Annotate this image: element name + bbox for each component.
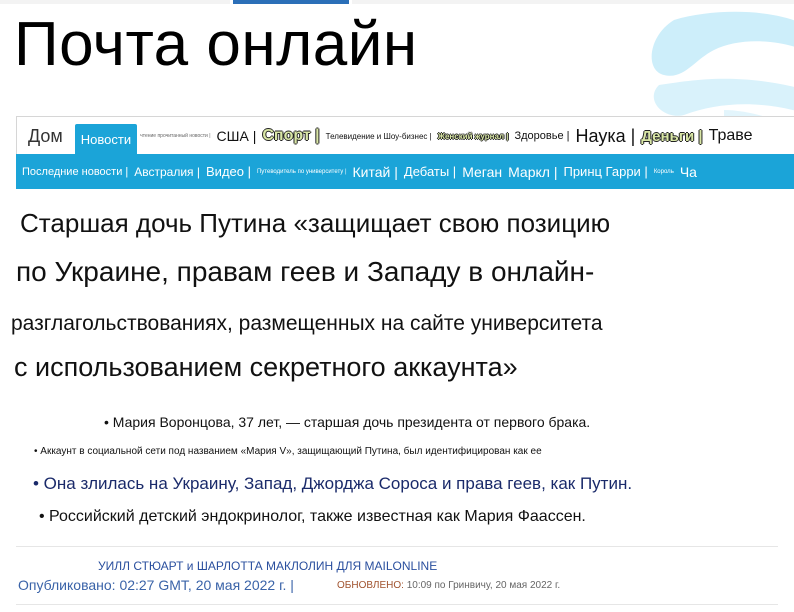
subnav-item-meghan[interactable]: Меган bbox=[459, 164, 505, 180]
divider bbox=[16, 546, 778, 547]
primary-nav: Дом Новости чтение прочитанный новости |… bbox=[16, 116, 794, 155]
byline-authors[interactable]: УИЛЛ СТЮАРТ и ШАРЛОТТА МАКЛОЛИН ДЛЯ MAIL… bbox=[98, 559, 437, 573]
nav-item-money[interactable]: Деньги | bbox=[638, 128, 705, 145]
subnav-item-debates[interactable]: Дебаты | bbox=[401, 164, 459, 179]
top-strip-segment bbox=[0, 0, 230, 4]
updated-timestamp: ОБНОВЛЕНО: 10:09 по Гринвичу, 20 мая 202… bbox=[337, 580, 560, 591]
site-title[interactable]: Почта онлайн bbox=[14, 10, 418, 80]
updated-label: ОБНОВЛЕНО: bbox=[337, 580, 404, 591]
nav-item-womens[interactable]: Женский журнал | bbox=[435, 132, 512, 141]
headline-line: с использованием секретного аккаунта» bbox=[14, 352, 518, 382]
bullet-item: • Российский детский эндокринолог, также… bbox=[39, 508, 586, 525]
published-timestamp: Опубликовано: 02:27 GMT, 20 мая 2022 г. … bbox=[18, 577, 294, 593]
divider bbox=[16, 604, 778, 605]
subnav-item-university-guide[interactable]: Путеводитель по университету | bbox=[254, 169, 350, 175]
bullet-item: • Аккаунт в социальной сети под название… bbox=[34, 446, 542, 457]
updated-value: 10:09 по Гринвичу, 20 мая 2022 г. bbox=[406, 580, 561, 591]
subnav-item-video[interactable]: Видео | bbox=[203, 164, 254, 179]
headline-line: по Украине, правам геев и Западу в онлай… bbox=[16, 256, 595, 287]
secondary-nav: Последние новости | Австралия | Видео | … bbox=[16, 154, 794, 189]
nav-item-usa[interactable]: США | bbox=[214, 128, 260, 144]
nav-item-health[interactable]: Здоровье | bbox=[511, 130, 572, 142]
subnav-item-king[interactable]: Король bbox=[651, 169, 677, 175]
subnav-item-prince-harry[interactable]: Принц Гарри | bbox=[560, 164, 650, 179]
nav-item-tv-showbiz[interactable]: Телевидение и Шоу-бизнес | bbox=[323, 132, 435, 141]
nav-item-home[interactable]: Дом bbox=[17, 126, 75, 147]
top-strip-button[interactable] bbox=[233, 0, 349, 4]
subnav-item-australia[interactable]: Австралия | bbox=[131, 165, 203, 179]
subnav-item-china[interactable]: Китай | bbox=[350, 164, 401, 180]
nav-item-news[interactable]: Новости bbox=[74, 124, 138, 155]
nav-item-travel[interactable]: Траве bbox=[706, 127, 756, 145]
bullet-item: • Она злилась на Украину, Запад, Джорджа… bbox=[33, 474, 633, 493]
nav-item-science[interactable]: Наука | bbox=[573, 126, 639, 147]
headline-line: Старшая дочь Путина «защищает свою позиц… bbox=[20, 208, 611, 238]
subnav-item-latest[interactable]: Последние новости | bbox=[16, 166, 131, 178]
nav-item-read-news[interactable]: чтение прочитанный новости | bbox=[137, 133, 213, 139]
subnav-item-cha[interactable]: Ча bbox=[677, 164, 700, 180]
subnav-item-markle[interactable]: Маркл | bbox=[505, 164, 560, 180]
bullet-item: • Мария Воронцова, 37 лет, — старшая доч… bbox=[104, 414, 591, 430]
nav-item-sport[interactable]: Спорт | bbox=[259, 127, 322, 145]
headline-line: разглагольствованиях, размещенных на сай… bbox=[11, 312, 603, 335]
